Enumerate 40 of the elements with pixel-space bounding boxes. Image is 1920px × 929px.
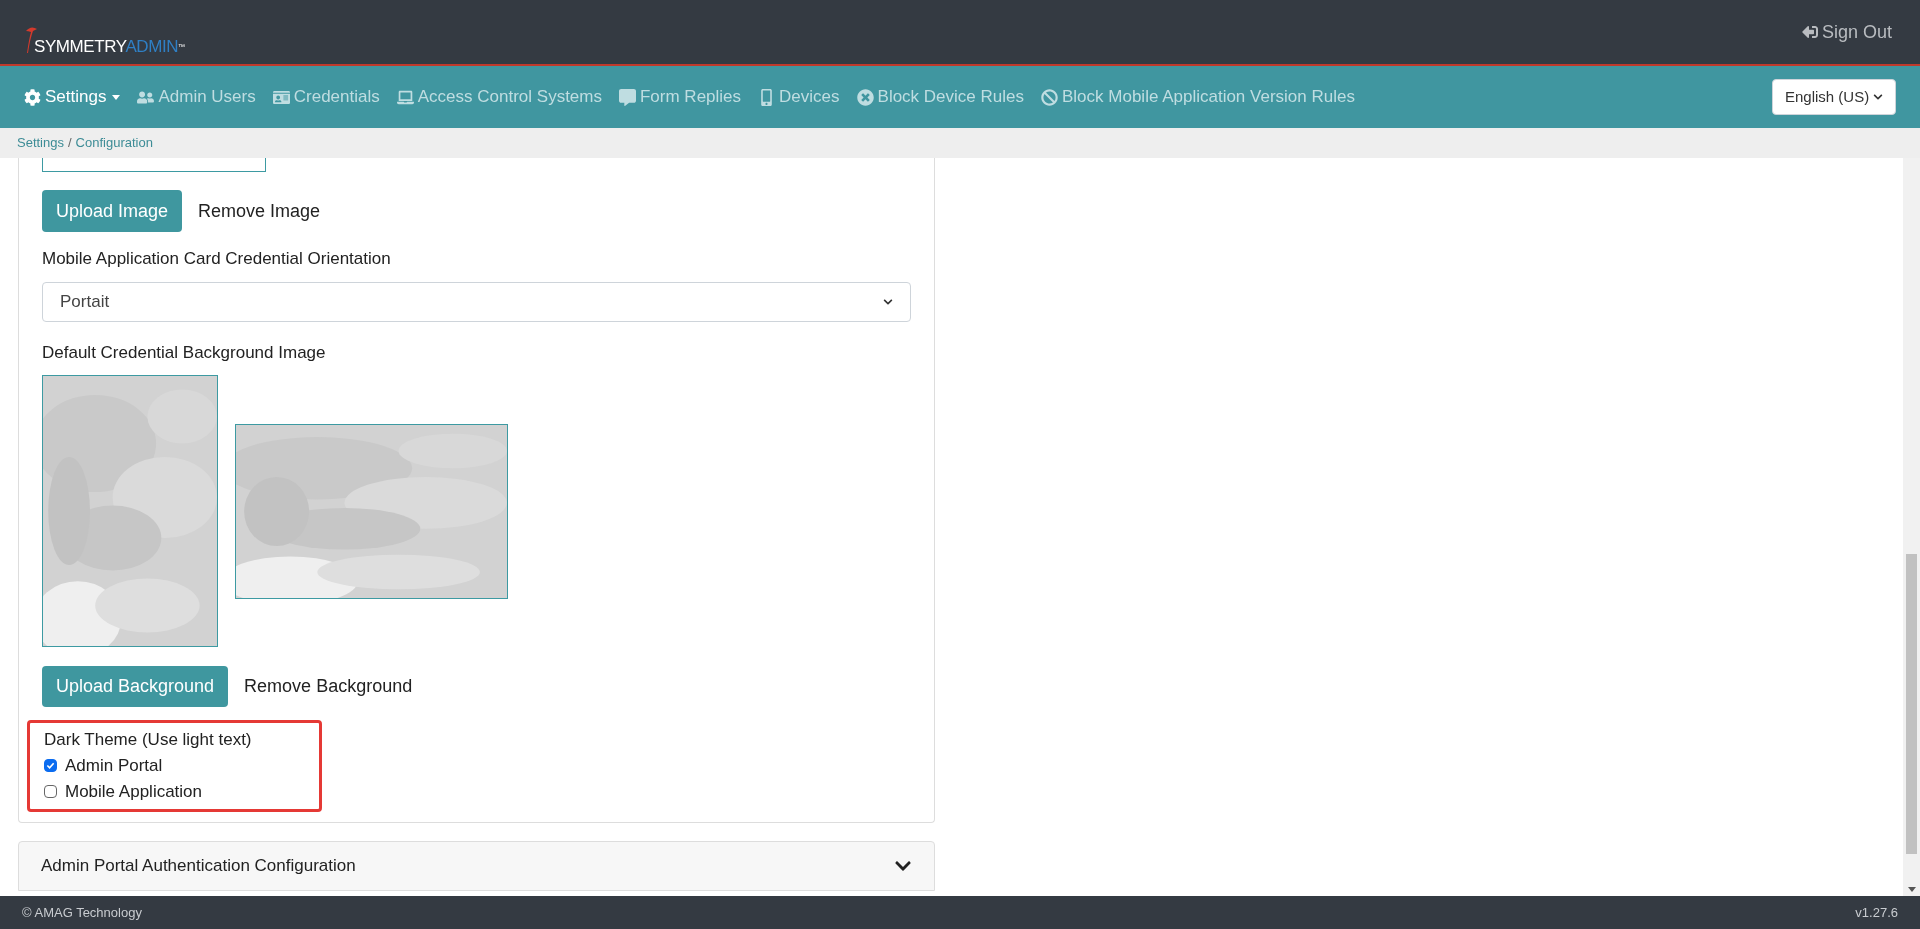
sign-out-icon	[1801, 24, 1818, 40]
nav-link[interactable]: Admin Users	[137, 84, 256, 110]
breadcrumb-link[interactable]: Configuration	[75, 133, 153, 153]
background-label: Default Credential Background Image	[42, 341, 327, 364]
sign-out-button[interactable]: Sign Out	[1801, 18, 1892, 46]
upload-image-button[interactable]: Upload Image	[42, 190, 183, 232]
orientation-select[interactable]: Portait	[42, 281, 911, 322]
file-field[interactable]	[42, 158, 266, 172]
laptop-icon	[396, 88, 414, 106]
breadcrumb-link[interactable]: Settings	[17, 133, 64, 153]
card-icon	[272, 88, 290, 106]
logo[interactable]: SYMMETRYADMIN$^{™}$	[24, 25, 185, 55]
speech-bubble-icon	[619, 88, 636, 106]
nav-link[interactable]: Devices	[758, 84, 840, 110]
checkbox[interactable]	[44, 785, 57, 798]
upload-background-button[interactable]: Upload Background	[42, 666, 229, 707]
remove-image-button[interactable]: Remove Image	[194, 190, 325, 232]
checkbox-label: Mobile Application	[65, 780, 203, 803]
language-select[interactable]: English (US)	[1772, 79, 1896, 115]
scrollbar[interactable]	[1903, 158, 1920, 896]
version-text: v1.27.6	[1855, 903, 1898, 922]
copyright-text: © AMAG Technology	[22, 903, 142, 922]
dark-theme-label: Dark Theme (Use light text)	[44, 729, 253, 751]
check-icon	[46, 761, 55, 770]
nav-link[interactable]: Settings	[24, 84, 121, 110]
gear-icon	[24, 88, 41, 106]
accordion-header[interactable]: Admin Portal Authentication Configuration	[18, 840, 935, 891]
ban-icon	[1041, 88, 1058, 106]
nav-link[interactable]: Credentials	[272, 84, 380, 110]
checkbox-label: Admin Portal	[65, 754, 163, 777]
nav-link[interactable]: Block Device Rules	[856, 84, 1024, 110]
nav-link[interactable]: Block Mobile Application Version Rules	[1041, 84, 1355, 110]
chevron-icon	[883, 296, 893, 307]
breadcrumb-separator: /	[68, 134, 72, 153]
remove-background-button[interactable]: Remove Background	[240, 666, 417, 707]
chevron-icon	[1873, 92, 1883, 102]
checkbox[interactable]	[44, 759, 57, 772]
nav-link[interactable]: Form Replies	[619, 84, 742, 110]
nav-link[interactable]: Access Control Systems	[396, 84, 602, 110]
orientation-label: Mobile Application Card Credential Orientation	[42, 248, 392, 270]
